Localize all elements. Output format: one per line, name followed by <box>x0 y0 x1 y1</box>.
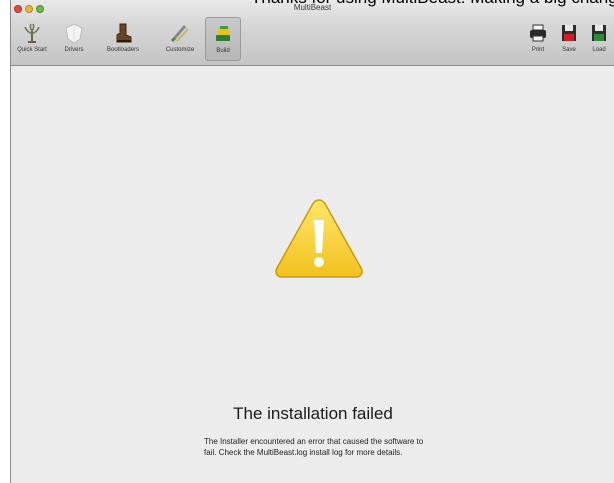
toolbar-save-button[interactable]: Save <box>555 17 583 61</box>
window-title: MultiBeast <box>293 3 332 12</box>
toolbar-load-button[interactable]: Load <box>585 17 613 61</box>
bootloaders-icon <box>116 23 132 43</box>
toolbar-bootloaders-button[interactable]: Bootloaders <box>101 17 145 61</box>
toolbar-print-button[interactable]: Print <box>523 17 553 61</box>
toolbar-drivers-label: Drivers <box>64 47 84 53</box>
warning-icon <box>275 199 363 278</box>
toolbar-save-label: Save <box>562 47 576 53</box>
multibeast-window: Thanks for using MultiBeast! Making a bi… <box>10 0 614 483</box>
toolbar-build-button[interactable]: Build <box>205 17 241 61</box>
toolbar-customize-label: Customize <box>165 47 195 53</box>
customize-icon <box>170 25 189 43</box>
save-icon <box>562 25 576 41</box>
toolbar-quick-start-button[interactable]: Quick Start <box>13 17 51 61</box>
quick-start-icon <box>24 23 40 43</box>
toolbar-load-label: Load <box>592 47 606 53</box>
printer-icon <box>530 24 546 42</box>
load-icon <box>592 25 606 41</box>
failure-description: The Installer encountered an error that … <box>204 437 424 457</box>
toolbar-build-label: Build <box>216 48 230 54</box>
failure-title: The installation failed <box>233 404 393 423</box>
title-bar: Thanks for using MultiBeast! Making a bi… <box>11 0 614 66</box>
toolbar-bootloaders-label: Bootloaders <box>106 47 140 53</box>
toolbar-drivers-button[interactable]: Drivers <box>55 17 93 61</box>
toolbar-print-label: Print <box>531 47 545 53</box>
toolbar: Quick Start Drivers Bootloaders Customiz… <box>11 15 614 65</box>
drivers-icon <box>65 23 83 44</box>
build-icon <box>216 26 230 41</box>
build-pane: The installation failed The Installer en… <box>11 66 614 483</box>
toolbar-customize-button[interactable]: Customize <box>159 17 201 61</box>
toolbar-quick-start-label: Quick Start <box>17 47 47 53</box>
